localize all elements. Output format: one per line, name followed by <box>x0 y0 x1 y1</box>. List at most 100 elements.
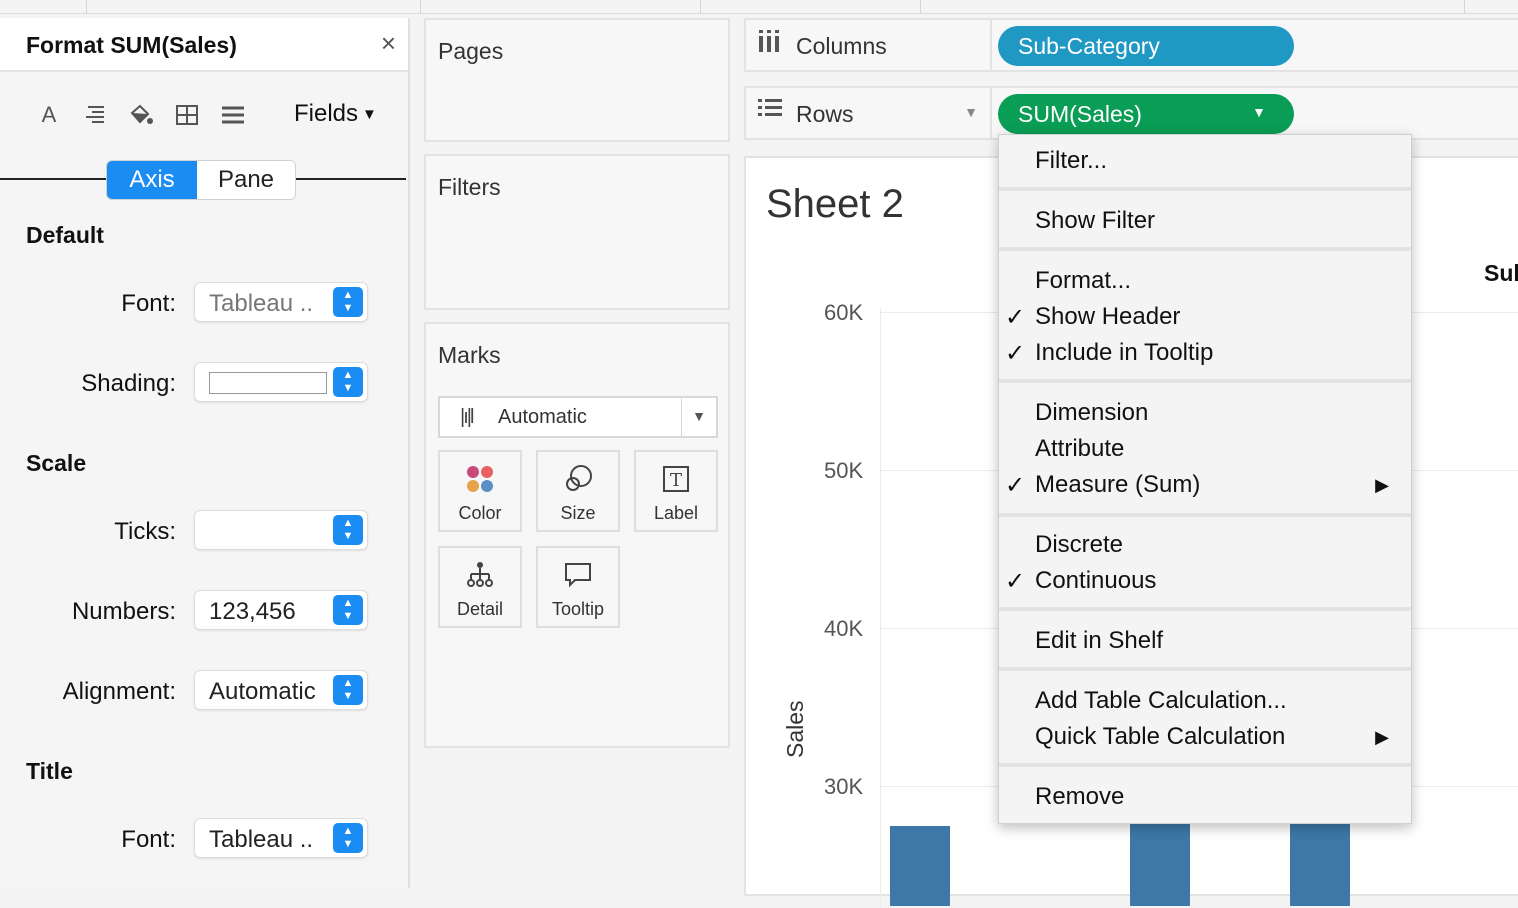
numbers-value: 123,456 <box>209 598 296 625</box>
tooltip-button[interactable]: Tooltip <box>536 546 620 628</box>
checkmark-icon: ✓ <box>1005 304 1026 331</box>
y-tick-label: 60K <box>824 300 864 325</box>
menu-separator <box>999 513 1411 517</box>
mark-type-dropdown[interactable]: |ı|l Automatic ▼ <box>438 396 718 438</box>
ticks-select[interactable]: ▲ ▼ <box>194 510 368 550</box>
tab-pane[interactable]: Pane <box>197 161 295 199</box>
rows-shelf-label: Rows ▼ <box>744 86 992 140</box>
menu-separator <box>999 247 1411 251</box>
size-button[interactable]: Size <box>536 450 620 532</box>
color-label: Color <box>458 503 502 523</box>
label-label: Label <box>653 503 699 523</box>
filters-card-title: Filters <box>438 174 501 200</box>
bar-chart-icon: |ı|l <box>460 406 474 428</box>
marks-card: Marks |ı|l Automatic ▼ Color Size T Labe… <box>424 322 730 748</box>
checkmark-icon: ✓ <box>1005 340 1026 367</box>
rows-icon <box>758 98 782 124</box>
y-tick-label: 30K <box>824 774 864 799</box>
menu-item-measure-sum[interactable]: Measure (Sum) <box>1035 471 1200 499</box>
svg-text:T: T <box>670 470 682 491</box>
fields-dropdown[interactable]: Fields ▼ <box>294 100 377 128</box>
y-axis-title: Sales <box>782 700 808 758</box>
caret-down-icon[interactable]: ▼ <box>1252 104 1266 120</box>
menu-item-show-header[interactable]: Show Header <box>1035 303 1180 331</box>
tab-axis[interactable]: Axis <box>107 161 197 199</box>
y-tick-label: 40K <box>824 616 864 641</box>
column-header: Sub <box>1484 260 1518 286</box>
bar-mark[interactable] <box>890 826 950 906</box>
alignment-format-icon[interactable] <box>82 102 108 128</box>
top-strip <box>0 0 1518 14</box>
bar-mark[interactable] <box>1290 822 1350 906</box>
detail-button[interactable]: Detail <box>438 546 522 628</box>
format-toolbar: A Fields ▼ <box>0 72 408 162</box>
menu-item-dimension[interactable]: Dimension <box>1035 399 1148 427</box>
close-icon[interactable]: × <box>381 28 396 59</box>
sheet-title: Sheet 2 <box>766 182 904 226</box>
marks-card-title: Marks <box>438 342 501 368</box>
format-panel: Format SUM(Sales) × A Fields ▼ Axis Pane … <box>0 18 410 888</box>
fields-label: Fields <box>294 100 359 127</box>
ticks-label: Ticks: <box>114 518 176 545</box>
shading-swatch <box>209 372 327 394</box>
title-font-select[interactable]: Tableau .. ▲ ▼ <box>194 818 368 858</box>
caret-down-icon: ▼ <box>692 408 706 424</box>
axis-line <box>880 308 881 908</box>
menu-item-continuous[interactable]: Continuous <box>1035 567 1156 595</box>
menu-separator <box>999 667 1411 671</box>
filters-card[interactable]: Filters <box>424 154 730 310</box>
detail-label: Detail <box>456 599 504 619</box>
font-label: Font: <box>121 290 176 317</box>
lines-format-icon[interactable] <box>220 102 246 128</box>
sum-sales-pill[interactable]: SUM(Sales) ▼ <box>998 94 1294 134</box>
caret-down-icon: ▼ <box>362 106 377 124</box>
sub-category-pill[interactable]: Sub-Category <box>998 26 1294 66</box>
alignment-select[interactable]: Automatic ▲ ▼ <box>194 670 368 710</box>
caret-down-icon[interactable]: ▼ <box>964 104 978 120</box>
pages-card-title: Pages <box>438 38 504 64</box>
title-font-label: Font: <box>121 826 176 853</box>
detail-icon <box>440 560 520 597</box>
rows-label: Rows <box>796 101 854 127</box>
format-panel-header: Format SUM(Sales) × <box>0 18 408 72</box>
format-panel-title: Format SUM(Sales) <box>26 32 237 58</box>
menu-item-filter[interactable]: Filter... <box>1035 147 1107 175</box>
menu-item-format[interactable]: Format... <box>1035 267 1131 295</box>
shading-label: Shading: <box>81 370 176 397</box>
columns-shelf-label: Columns <box>744 18 992 72</box>
shading-select[interactable]: ▲ ▼ <box>194 362 368 402</box>
menu-item-show-filter[interactable]: Show Filter <box>1035 207 1155 235</box>
borders-format-icon[interactable] <box>174 102 200 128</box>
font-format-icon[interactable]: A <box>36 102 62 128</box>
menu-item-include-in-tooltip[interactable]: Include in Tooltip <box>1035 339 1213 367</box>
font-value: Tableau .. <box>209 290 314 317</box>
menu-separator <box>999 607 1411 611</box>
color-button[interactable]: Color <box>438 450 522 532</box>
alignment-label: Alignment: <box>62 678 176 705</box>
menu-item-edit-in-shelf[interactable]: Edit in Shelf <box>1035 627 1163 655</box>
menu-item-attribute[interactable]: Attribute <box>1035 435 1124 463</box>
submenu-arrow-icon: ▶ <box>1375 727 1389 747</box>
checkmark-icon: ✓ <box>1005 472 1026 499</box>
stepper-icon: ▲ ▼ <box>333 287 363 317</box>
menu-item-remove[interactable]: Remove <box>1035 783 1124 811</box>
stepper-icon: ▲ ▼ <box>333 675 363 705</box>
label-button[interactable]: T Label <box>634 450 718 532</box>
menu-item-quick-table-calculation[interactable]: Quick Table Calculation <box>1035 723 1285 751</box>
numbers-label: Numbers: <box>71 598 176 625</box>
pages-card[interactable]: Pages <box>424 18 730 142</box>
font-select[interactable]: Tableau .. ▲ ▼ <box>194 282 368 322</box>
text-label-icon: T <box>636 464 716 501</box>
title-section-heading: Title <box>26 758 73 784</box>
y-tick-label: 50K <box>824 458 864 483</box>
shading-format-icon[interactable] <box>128 102 154 128</box>
numbers-select[interactable]: 123,456 ▲ ▼ <box>194 590 368 630</box>
size-icon <box>538 464 618 501</box>
scale-section-heading: Scale <box>26 450 87 476</box>
stepper-icon: ▲ ▼ <box>333 367 363 397</box>
menu-item-discrete[interactable]: Discrete <box>1035 531 1123 559</box>
alignment-value: Automatic <box>209 678 316 705</box>
menu-separator <box>999 763 1411 767</box>
menu-item-add-table-calculation[interactable]: Add Table Calculation... <box>1035 687 1287 715</box>
bar-mark[interactable] <box>1130 822 1190 906</box>
